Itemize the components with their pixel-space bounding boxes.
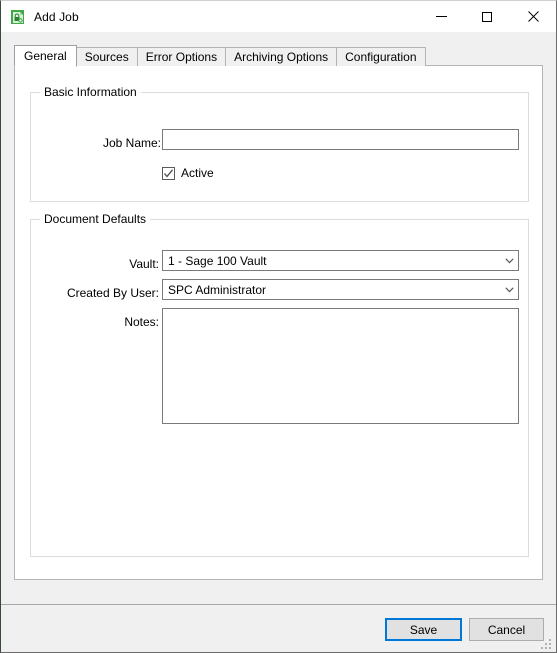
minimize-button[interactable] — [418, 1, 464, 32]
chevron-down-icon[interactable] — [501, 280, 518, 299]
tab-sources[interactable]: Sources — [75, 47, 138, 66]
resize-grip[interactable] — [541, 637, 553, 649]
cancel-button[interactable]: Cancel — [469, 618, 544, 641]
created-by-user-label: Created By User: — [66, 286, 159, 300]
app-document-lock-icon — [10, 9, 26, 25]
tab-sources-label: Sources — [84, 50, 129, 64]
basic-information-group: Basic Information Job Name: Active — [30, 85, 529, 202]
job-name-input[interactable] — [162, 129, 519, 150]
basic-information-title: Basic Information — [40, 85, 141, 99]
caption-button-group — [418, 1, 556, 32]
tab-strip: General Sources Error Options Archiving … — [14, 45, 426, 67]
job-name-label: Job Name: — [102, 136, 161, 150]
save-button-label: Save — [409, 622, 438, 637]
close-icon — [527, 11, 539, 22]
vault-combobox[interactable]: 1 - Sage 100 Vault — [162, 250, 519, 271]
vault-value: 1 - Sage 100 Vault — [168, 253, 267, 268]
document-defaults-group: Document Defaults Vault: 1 - Sage 100 Va… — [30, 212, 529, 557]
notes-textarea[interactable] — [162, 308, 519, 424]
active-checkbox-label: Active — [181, 166, 214, 180]
document-defaults-title: Document Defaults — [40, 212, 151, 226]
tab-general[interactable]: General — [14, 45, 77, 67]
tab-archiving-options-label: Archiving Options — [234, 50, 329, 64]
maximize-button[interactable] — [464, 1, 510, 32]
close-button[interactable] — [510, 1, 556, 32]
maximize-icon — [482, 11, 492, 22]
tab-general-label: General — [24, 49, 67, 63]
created-by-user-value: SPC Administrator — [168, 282, 267, 297]
active-checkbox[interactable] — [162, 166, 175, 180]
checkmark-icon — [164, 168, 174, 178]
save-button[interactable]: Save — [385, 618, 462, 641]
tab-configuration[interactable]: Configuration — [336, 47, 426, 66]
title-bar: Add Job — [1, 1, 556, 32]
tab-configuration-label: Configuration — [345, 50, 417, 64]
add-job-dialog: Add Job General Sources Error Options Ar… — [0, 0, 557, 653]
notes-label: Notes: — [124, 315, 159, 329]
chevron-down-icon[interactable] — [501, 251, 518, 270]
active-checkbox-row[interactable]: Active — [162, 166, 214, 180]
tab-page-general: Basic Information Job Name: Active Docum… — [14, 65, 543, 580]
vault-label: Vault: — [129, 257, 159, 271]
tab-archiving-options[interactable]: Archiving Options — [225, 47, 338, 66]
cancel-button-label: Cancel — [487, 622, 526, 637]
created-by-user-combobox[interactable]: SPC Administrator — [162, 279, 519, 300]
tab-error-options-label: Error Options — [145, 50, 218, 64]
tab-error-options[interactable]: Error Options — [136, 47, 227, 66]
minimize-icon — [435, 16, 447, 17]
window-title: Add Job — [34, 9, 79, 24]
